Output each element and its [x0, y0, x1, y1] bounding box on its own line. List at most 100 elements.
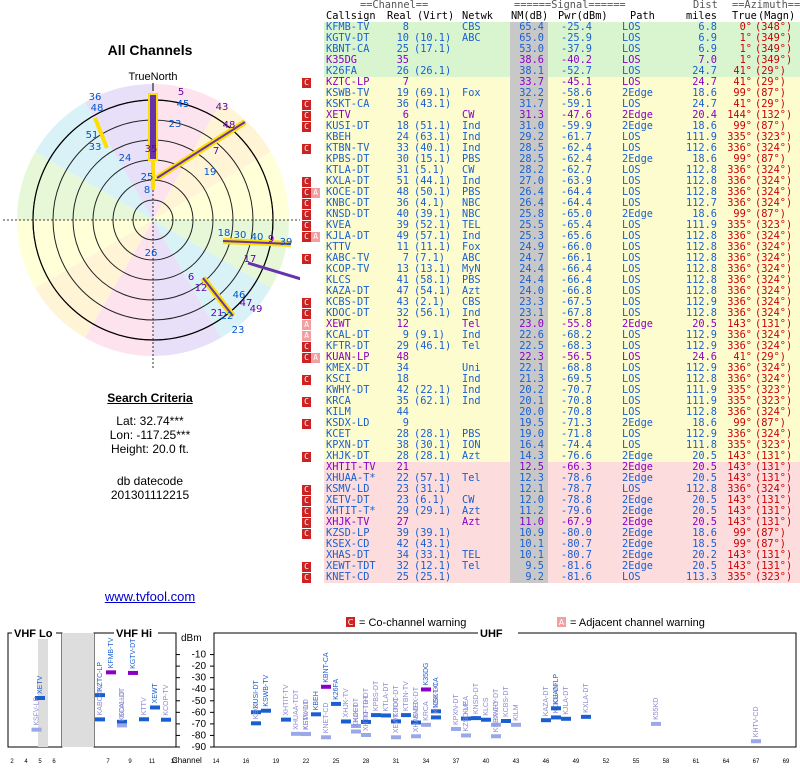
table-row: KMEX-DT 34 Uni 22.1 -68.8 LOS 112.9 336° (324°) — [300, 363, 800, 374]
signal-bar-label: KSFV-LP — [34, 697, 41, 726]
signal-bar-label: K55KD — [653, 698, 660, 720]
channel-tick-label: 43 — [513, 759, 520, 765]
channel-tick-label: 28 — [363, 759, 370, 765]
channel-tick-label: 31 — [393, 759, 400, 765]
cochannel-warning-icon: C — [302, 375, 311, 385]
table-row: KSWB-TV 19 (69.1) Fox 32.2 -58.6 2Edge 18.6 99°(… — [300, 88, 800, 99]
power-cell: -81.6 — [561, 571, 592, 583]
search-criteria-heading: Search Criteria — [107, 391, 193, 405]
longitude-text: Lon: -117.25*** — [109, 428, 191, 442]
table-row: KZTC-LP 7 33.7 -45.1 LOS 24.7 41° (29°) C — [300, 77, 800, 88]
signal-bar — [581, 714, 591, 719]
cochannel-warning-icon: C — [302, 298, 311, 308]
channel-tick-label: 61 — [693, 759, 700, 765]
polar-channel-label: 40 — [251, 232, 264, 243]
channel-tick-label: 67 — [753, 759, 760, 765]
signal-bar-label: KSWB-TV — [263, 674, 270, 706]
virtual-channel-cell: (26.1) — [414, 65, 452, 77]
table-row: KLCS 41 (58.1) PBS 24.4 -66.4 LOS 112.8 336° (324… — [300, 275, 800, 286]
signal-bar — [128, 670, 138, 675]
signal-bar-label: KHTV-CD — [753, 706, 760, 737]
channel-tick-label: 55 — [633, 759, 640, 765]
channel-tick-label: 25 — [333, 759, 340, 765]
signal-bar — [491, 734, 501, 739]
table-row: KNET-CD 25 (25.1) 9.2 -81.6 LOS 113.3 335° (323°… — [300, 572, 800, 583]
table-row: KBEH 24 (63.1) Ind 29.2 -61.7 LOS 111.9 335° (323… — [300, 132, 800, 143]
table-row: KCAL-DT 9 (9.1) Ind 22.6 -68.2 LOS 112.9 336° (32… — [300, 330, 800, 341]
table-row: KPBS-DT 30 (15.1) PBS 28.5 -62.4 2Edge 18.6 99°(… — [300, 154, 800, 165]
signal-bar — [481, 717, 491, 722]
height-text: Height: 20.0 ft. — [110, 442, 190, 456]
table-row: XHTIT-T* 29 (29.1) Azt 11.2 -79.6 2Edge 20.5 143… — [300, 506, 800, 517]
polar-channel-label: 48 — [91, 103, 104, 114]
channel-tick-label: 46 — [543, 759, 550, 765]
table-row: KCBS-DT 43 (2.1) CBS 23.3 -67.5 LOS 112.9 336° (3… — [300, 297, 800, 308]
signal-bar-label: XHTIT-TDT — [363, 694, 370, 730]
channel-tick-label: 22 — [303, 759, 310, 765]
channel-tick-label: 64 — [723, 759, 730, 765]
signal-bar — [150, 705, 160, 710]
cochannel-warning-icon: C — [302, 254, 311, 264]
polar-channel-label: 51 — [86, 130, 99, 141]
signal-bar — [261, 708, 271, 713]
signal-bar-chart: C = Co-channel warning A = Adjacent channel… — [7, 617, 797, 765]
signal-bar — [301, 732, 311, 737]
polar-channel-label: 35 — [145, 144, 158, 155]
network-cell: Ind — [462, 395, 481, 407]
table-row: XHJK-TV 27 Azt 11.0 -67.9 2Edge 20.5 143° (131°)… — [300, 517, 800, 528]
signal-bar-label: KSCI — [253, 703, 260, 719]
signal-bar — [331, 701, 341, 706]
signal-bar — [751, 739, 761, 744]
polar-channel-label: 22 — [221, 311, 234, 322]
signal-bar-label: KZSD-LP — [463, 702, 470, 732]
cochannel-warning-icon: C — [302, 518, 311, 528]
site-link[interactable]: www.tvfool.com — [0, 589, 300, 604]
signal-bar-label: K35DG — [423, 662, 430, 685]
band-title-uhf: UHF — [480, 628, 503, 640]
table-body: KFMB-TV 8 CBS 65.4 -25.4 LOS 6.8 0° (348°) KGTV-D… — [300, 22, 800, 583]
channel-tick-label: 49 — [573, 759, 580, 765]
channel-tick-label: 2 — [10, 759, 14, 765]
table-row: KUSI-DT 18 (51.1) Ind 31.0 -59.9 2Edge 18.6 99°(… — [300, 121, 800, 132]
table-row: KNBC-DT 36 (4.1) NBC 26.4 -64.4 LOS 112.7 336° (3… — [300, 198, 800, 209]
signal-bar-label: KTLA-DT — [383, 682, 390, 712]
table-row: KOCE-DT 48 (50.1) PBS 26.4 -64.4 LOS 112.8 336°(… — [300, 187, 800, 198]
table-row: KXLA-DT 51 (44.1) Ind 27.0 -63.9 LOS 112.8 336°(… — [300, 176, 800, 187]
signal-bar — [95, 717, 105, 722]
signal-bar — [421, 687, 431, 692]
polar-channel-label: 39 — [280, 237, 293, 248]
dbm-tick-label: -70 — [192, 719, 207, 730]
signal-bar-label: XHJK-DT — [353, 697, 360, 727]
polar-channel-label: 12 — [195, 283, 208, 294]
azimuth-true-cell: 335° — [727, 571, 752, 583]
channel-tick-label: 6 — [52, 759, 56, 765]
dbm-tick-label: -60 — [192, 707, 207, 718]
adjacent-legend-text: = Adjacent channel warning — [570, 617, 705, 629]
signal-bar-label: KGTV-DT — [130, 638, 137, 669]
signal-bar — [251, 721, 261, 726]
table-row: KILM 44 20.0 -70.8 LOS 112.8 336° (324°) — [300, 407, 800, 418]
signal-bar-label: XHJK-TV — [343, 688, 350, 718]
north-label: TrueNorth — [128, 71, 177, 83]
cochannel-warning-icon: C — [302, 496, 311, 506]
left-panel: All Channels TrueNorth 36 48 51 33 24 35 8 25 5 45… — [0, 0, 300, 620]
signal-bar — [281, 717, 291, 722]
vhf-gap-shade — [62, 633, 94, 747]
callsign-cell: KNET-CD — [326, 571, 370, 583]
adjacent-warning-icon: A — [302, 320, 311, 330]
virtual-channel-cell: (62.1) — [414, 395, 452, 407]
network-cell: Tel — [462, 340, 481, 352]
table-row: KSEX-CD 42 (43.1) 10.1 -80.7 2Edge 18.5 99° (87°… — [300, 539, 800, 550]
virtual-channel-cell: (28.1) — [414, 450, 452, 462]
network-cell: Fox — [462, 87, 481, 99]
channel-tick-label: 4 — [24, 759, 28, 765]
signal-bar-label: KSEX-CD — [493, 701, 500, 732]
table-row: K35DG 35 38.6 -40.2 LOS 7.0 1° (349°) — [300, 55, 800, 66]
table-row: KZSD-LP 39 (39.1) 10.9 -80.0 2Edge 18.6 99° (87°… — [300, 528, 800, 539]
signal-bar — [161, 717, 171, 722]
network-cell: Tel — [462, 472, 481, 484]
polar-channel-label: 48 — [223, 120, 236, 131]
signal-bar-label: KNBC-DT — [433, 682, 440, 714]
cochannel-warning-icon: C — [302, 199, 311, 209]
polar-channel-label: 36 — [89, 92, 102, 103]
